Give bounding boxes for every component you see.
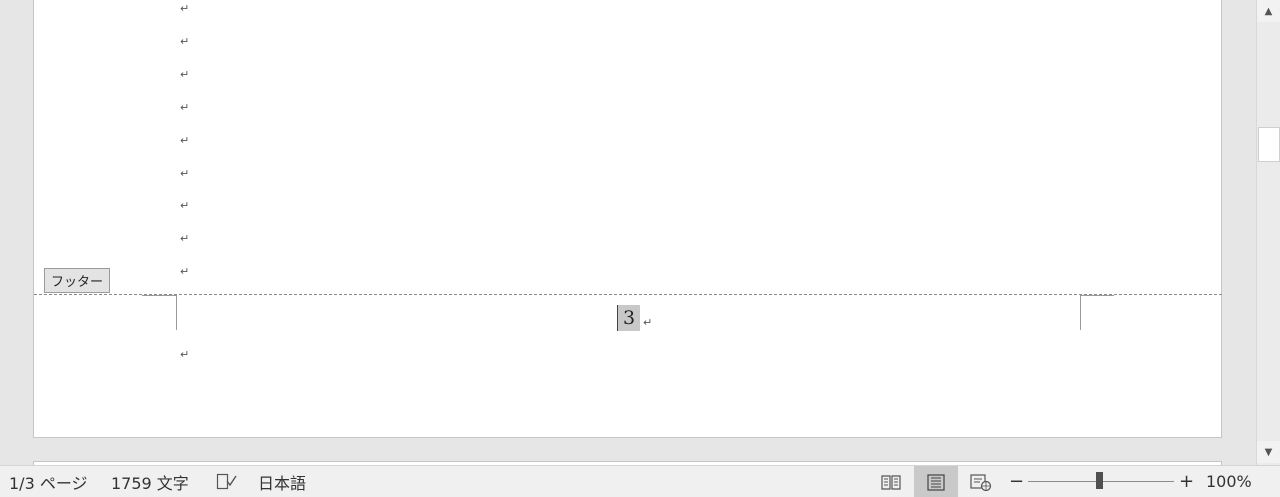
left-margin-mark [142, 295, 176, 296]
print-layout-button[interactable] [914, 466, 958, 497]
proofing-icon[interactable] [216, 466, 238, 497]
language-indicator[interactable]: 日本語 [258, 466, 306, 497]
footer-boundary-line [34, 294, 1222, 295]
scroll-thumb[interactable] [1258, 127, 1280, 162]
scroll-down-arrow-icon: ▼ [1264, 446, 1273, 458]
right-margin-mark [1080, 295, 1114, 296]
scroll-down-button[interactable]: ▼ [1257, 441, 1280, 463]
zoom-slider-thumb[interactable] [1096, 472, 1103, 489]
paragraph-mark: ↵ [180, 265, 190, 278]
scroll-up-arrow-icon: ▲ [1264, 5, 1273, 17]
word-count[interactable]: 1759 文字 [111, 466, 189, 497]
web-layout-button[interactable] [959, 466, 1003, 497]
paragraph-mark: ↵ [180, 68, 190, 81]
status-bar: 1/3 ページ 1759 文字 日本語 − + 100% [0, 465, 1280, 497]
web-layout-icon [970, 473, 992, 491]
scroll-up-button[interactable]: ▲ [1257, 0, 1280, 22]
right-margin-mark [1080, 295, 1081, 330]
zoom-out-button[interactable]: − [1009, 466, 1024, 497]
document-page[interactable]: ↵ ↵ ↵ ↵ ↵ ↵ ↵ ↵ ↵ フッター 3 ↵ ↵ [33, 0, 1222, 438]
paragraph-mark: ↵ [180, 134, 190, 147]
paragraph-mark: ↵ [180, 199, 190, 212]
paragraph-mark: ↵ [180, 2, 190, 15]
paragraph-mark: ↵ [180, 348, 190, 361]
paragraph-mark: ↵ [180, 232, 190, 245]
paragraph-mark: ↵ [643, 316, 653, 329]
print-layout-icon [927, 473, 945, 491]
read-mode-icon [881, 474, 901, 490]
paragraph-mark: ↵ [180, 35, 190, 48]
page-indicator[interactable]: 1/3 ページ [9, 466, 88, 497]
zoom-level[interactable]: 100% [1206, 466, 1252, 497]
footer-label-tag[interactable]: フッター [44, 268, 110, 293]
zoom-in-button[interactable]: + [1179, 466, 1194, 497]
page-number-field[interactable]: 3 [617, 305, 640, 331]
paragraph-mark: ↵ [180, 101, 190, 114]
left-margin-mark [176, 295, 177, 330]
vertical-scrollbar[interactable]: ▲ ▼ [1256, 0, 1280, 465]
read-mode-button[interactable] [869, 466, 913, 497]
paragraph-mark: ↵ [180, 167, 190, 180]
